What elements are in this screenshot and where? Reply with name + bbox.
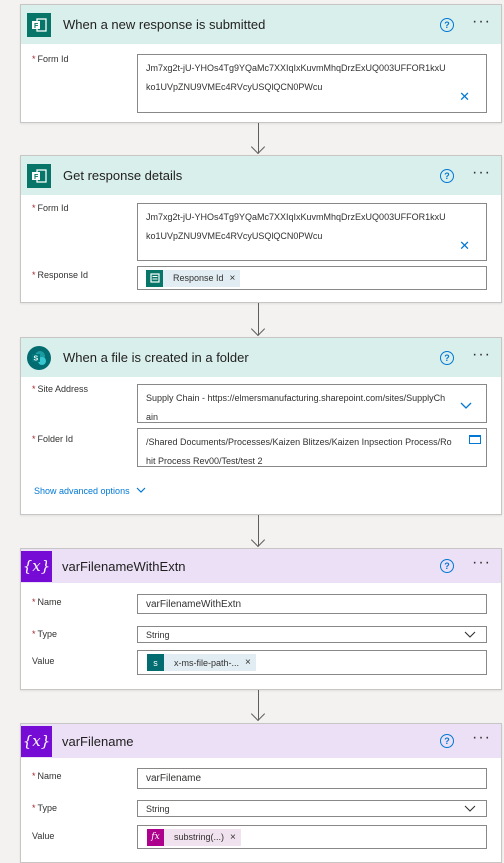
variable-icon: {x} (21, 725, 52, 757)
flow-arrow (248, 690, 270, 723)
card-header[interactable]: F Get response details ? ··· (21, 156, 501, 195)
token-label: substring(...) (174, 832, 225, 842)
form-id-input[interactable]: Jm7xg2t-jU-YHOs4Tg9YQaMc7XXIqIxKuvmMhqDr… (137, 54, 487, 113)
action-card-get-response-details[interactable]: F Get response details ? ··· * Form Id Jm… (20, 155, 502, 303)
expression-token[interactable]: fx substring(...) × (147, 828, 241, 846)
card-title: Get response details (63, 168, 183, 183)
field-label: * Name (32, 771, 62, 781)
show-advanced-options-link[interactable]: Show advanced options (34, 486, 146, 496)
dynamic-content-token[interactable]: Response Id × (146, 269, 241, 287)
card-header[interactable]: F When a new response is submitted ? ··· (21, 5, 501, 44)
variable-icon: {x} (21, 550, 52, 582)
field-label: * Form Id (32, 54, 69, 64)
field-label: * Type (32, 629, 58, 639)
help-icon[interactable]: ? (440, 559, 455, 573)
site-address-select[interactable]: Supply Chain - https://elmersmanufacturi… (137, 384, 487, 423)
more-options-icon[interactable]: ··· (472, 730, 491, 749)
clear-icon[interactable]: ✕ (459, 238, 470, 254)
flow-arrow (248, 303, 270, 338)
more-options-icon[interactable]: ··· (472, 164, 491, 184)
remove-token-icon[interactable]: × (245, 657, 251, 668)
folder-icon[interactable] (469, 435, 481, 444)
field-label: * Response Id (32, 270, 89, 280)
chevron-down-icon[interactable] (460, 401, 472, 413)
card-header[interactable]: S When a file is created in a folder ? ·… (21, 338, 501, 377)
card-header[interactable]: {x} varFilename ? ··· (21, 724, 501, 758)
name-input[interactable]: varFilenameWithExtn (137, 594, 487, 614)
sharepoint-icon: s (147, 654, 164, 671)
action-card-var-filename[interactable]: {x} varFilename ? ··· * Name varFilename … (20, 723, 502, 863)
svg-text:S: S (34, 355, 39, 362)
more-options-icon[interactable]: ··· (472, 13, 491, 33)
card-title: When a file is created in a folder (63, 350, 249, 365)
field-label: * Folder Id (32, 434, 74, 444)
field-label: Value (32, 656, 55, 666)
field-label: * Type (32, 803, 58, 813)
forms-icon: F (27, 12, 51, 37)
sharepoint-icon: S (27, 345, 51, 370)
svg-text:F: F (34, 174, 39, 181)
forms-icon: F (27, 163, 51, 188)
field-label: * Form Id (32, 203, 69, 213)
flow-arrow (248, 123, 270, 156)
field-label: Value (32, 831, 55, 841)
form-id-input[interactable]: Jm7xg2t-jU-YHOs4Tg9YQaMc7XXIqIxKuvmMhqDr… (137, 203, 487, 261)
trigger-card-new-response[interactable]: F When a new response is submitted ? ···… (20, 4, 502, 123)
field-label: * Name (32, 597, 62, 607)
response-id-input[interactable]: Response Id × (137, 266, 487, 290)
card-title: varFilename (62, 733, 134, 749)
folder-id-input[interactable]: /Shared Documents/Processes/Kaizen Blitz… (137, 428, 487, 467)
chevron-down-icon[interactable] (464, 630, 476, 642)
card-header[interactable]: {x} varFilenameWithExtn ? ··· (21, 549, 501, 583)
remove-token-icon[interactable]: × (230, 273, 236, 284)
expression-icon: fx (147, 828, 164, 846)
more-options-icon[interactable]: ··· (472, 555, 491, 574)
flow-arrow (248, 515, 270, 549)
field-label: * Site Address (32, 384, 89, 394)
card-title: When a new response is submitted (63, 17, 266, 32)
type-select[interactable]: String (137, 626, 487, 643)
forms-icon (146, 269, 163, 287)
chevron-down-icon[interactable] (464, 804, 476, 816)
type-select[interactable]: String (137, 800, 487, 817)
svg-text:F: F (34, 23, 39, 30)
token-label: x-ms-file-path-... (174, 657, 240, 668)
card-title: varFilenameWithExtn (62, 558, 186, 574)
value-input[interactable]: fx substring(...) × (137, 825, 487, 849)
name-input[interactable]: varFilename (137, 768, 487, 789)
help-icon[interactable]: ? (440, 168, 455, 183)
trigger-card-file-created[interactable]: S When a file is created in a folder ? ·… (20, 337, 502, 515)
remove-token-icon[interactable]: × (230, 832, 236, 843)
clear-icon[interactable]: ✕ (459, 89, 470, 105)
token-label: Response Id (173, 273, 224, 283)
dynamic-content-token[interactable]: s x-ms-file-path-... × (147, 654, 256, 671)
help-icon[interactable]: ? (440, 734, 455, 748)
more-options-icon[interactable]: ··· (472, 346, 491, 366)
action-card-var-filename-with-extn[interactable]: {x} varFilenameWithExtn ? ··· * Name varF… (20, 548, 502, 690)
value-input[interactable]: s x-ms-file-path-... × (137, 650, 487, 675)
help-icon[interactable]: ? (440, 17, 455, 32)
help-icon[interactable]: ? (440, 350, 455, 365)
